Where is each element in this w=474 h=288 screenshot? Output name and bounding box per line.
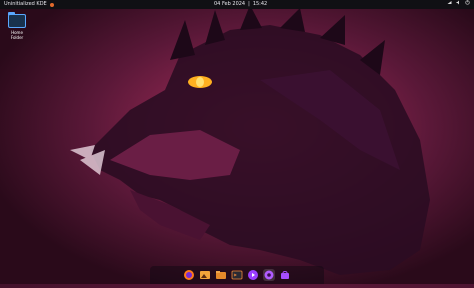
dragon-wallpaper-image (0, 0, 474, 284)
network-icon[interactable] (447, 0, 452, 5)
volume-icon[interactable] (456, 0, 461, 5)
clock-date: 04 Feb 2024 (214, 1, 246, 7)
image-viewer-icon[interactable] (199, 269, 211, 281)
firefox-icon[interactable] (183, 269, 195, 281)
top-panel: Uninitialized KDE 04 Feb 2024 | 15:42 (0, 0, 474, 9)
desktop-icon-home-folder[interactable]: Home Folder (6, 12, 28, 40)
desktop-icon-label: Home Folder (10, 30, 24, 40)
file-manager-icon[interactable] (215, 269, 227, 281)
clock-separator: | (248, 1, 250, 7)
clock[interactable]: 04 Feb 2024 | 15:42 (214, 0, 267, 9)
dock (150, 266, 324, 284)
terminal-icon[interactable] (231, 269, 243, 281)
settings-icon[interactable] (263, 269, 275, 281)
desktop-wallpaper (0, 0, 474, 284)
app-menu-label[interactable]: Uninitialized KDE (4, 0, 47, 9)
folder-icon (8, 12, 26, 28)
power-icon[interactable] (465, 0, 470, 5)
media-player-icon[interactable] (247, 269, 259, 281)
store-icon[interactable] (279, 269, 291, 281)
clock-time: 15:42 (252, 1, 268, 7)
status-dot-icon (49, 2, 54, 7)
